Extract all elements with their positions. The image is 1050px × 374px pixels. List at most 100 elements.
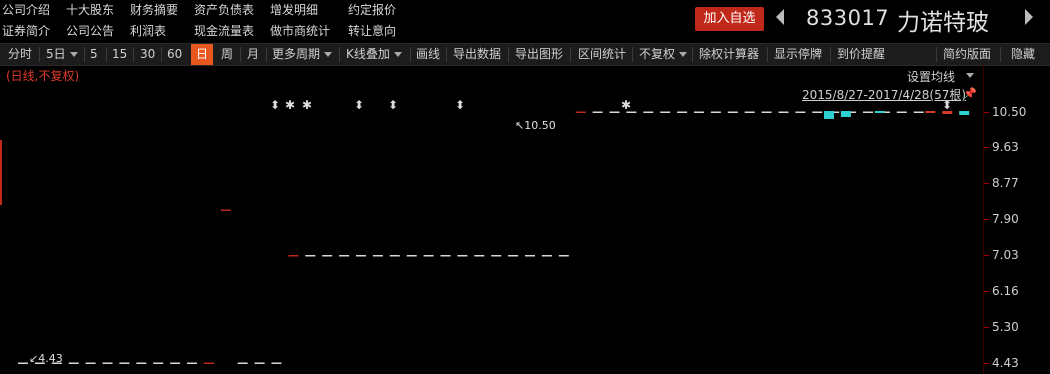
menu-balance-sheet[interactable]: 资产负债表 [194,1,254,18]
candle [68,362,79,364]
candle [727,111,738,113]
y-tick-label: 10.50 [992,105,1027,119]
menu-financial-summary[interactable]: 财务摘要 [130,1,178,18]
tab-30min[interactable]: 30 [140,44,155,65]
menu-company-intro[interactable]: 公司介绍 [2,1,50,18]
candle [170,362,181,364]
candle [474,254,485,257]
candle [288,254,299,257]
candle [959,111,970,115]
event-marker-icon[interactable]: ⬍ [354,98,364,112]
candle [643,111,654,113]
no-adjust-dropdown[interactable]: 不复权 [639,44,687,65]
menu-issuance-details[interactable]: 增发明细 [270,1,318,18]
y-tick-label: 5.30 [992,320,1019,334]
event-marker-icon[interactable]: ✱ [285,98,295,112]
candle [305,254,316,257]
candle [508,254,519,257]
candle [840,111,851,117]
candle [863,111,873,113]
kline-overlay-dropdown[interactable]: K线叠加 [346,44,402,65]
export-chart-button[interactable]: 导出图形 [515,44,563,65]
candle [372,254,383,257]
menu-top10-holders[interactable]: 十大股东 [66,1,114,18]
candle [220,209,231,212]
menu-income-statement[interactable]: 利润表 [130,22,166,39]
candle [389,254,400,257]
tab-intraday[interactable]: 分时 [8,44,32,65]
candle [575,111,586,113]
menu-company-announcements[interactable]: 公司公告 [66,22,114,39]
candle [423,254,434,257]
export-data-button[interactable]: 导出数据 [453,44,501,65]
menu-agreed-quote[interactable]: 约定报价 [348,1,396,18]
candle [440,254,451,257]
event-marker-icon[interactable]: ⬍ [942,98,952,112]
candle [237,362,248,364]
candle [136,362,147,364]
candle [694,111,704,113]
next-stock-arrow-icon[interactable] [1025,9,1033,25]
candle [339,254,350,257]
candle [356,254,366,257]
y-tick-label: 9.63 [992,140,1019,154]
candle [322,254,333,257]
tab-15min[interactable]: 15 [112,44,127,65]
candle [609,111,620,113]
ex-rights-calculator-button[interactable]: 除权计算器 [699,44,759,65]
candle [558,254,569,257]
candle [85,362,96,364]
y-tick-label: 7.03 [992,248,1019,262]
y-tick-label: 6.16 [992,284,1019,298]
candle [874,111,885,113]
candle [153,362,164,364]
tab-daily[interactable]: 日 [191,44,213,65]
candle [913,111,924,113]
candle [119,362,130,364]
event-marker-icon[interactable]: ⬍ [388,98,398,112]
menu-market-maker-stats[interactable]: 做市商统计 [270,22,330,39]
kline-chart[interactable] [0,65,981,374]
min-price-annotation: ↙4.43 [29,352,63,365]
candle [203,362,214,364]
candle [406,254,417,257]
candle [525,254,535,257]
more-periods-dropdown[interactable]: 更多周期 [272,44,332,65]
candle [187,362,197,364]
y-tick-label: 7.90 [992,212,1019,226]
show-suspension-button[interactable]: 显示停牌 [774,44,822,65]
candle [824,111,834,119]
draw-line-button[interactable]: 画线 [416,44,440,65]
event-marker-icon[interactable]: ✱ [621,98,631,112]
candle [778,111,789,113]
tab-5min[interactable]: 5 [90,44,98,65]
stock-name: 力诺特玻 [897,10,989,36]
tab-monthly[interactable]: 月 [247,44,259,65]
event-marker-icon[interactable]: ⬍ [270,98,280,112]
y-tick-label: 8.77 [992,176,1019,190]
max-price-annotation: ↖10.50 [515,119,556,132]
tab-5day[interactable]: 5日 [46,44,78,65]
candle [102,362,113,364]
tab-60min[interactable]: 60 [167,44,182,65]
menu-transfer-intent[interactable]: 转让意向 [348,22,396,39]
menu-cashflow-statement[interactable]: 现金流量表 [194,22,254,39]
chart-toolbar: 分时 5日 5 15 30 60 日 周 月 更多周期 K线叠加 画线 导出数据… [0,43,1050,66]
add-to-watchlist-button[interactable]: 加入自选 [695,7,764,31]
y-axis: 10.50 9.63 8.77 7.90 7.03 6.16 5.30 4.43 [983,65,1050,374]
company-info-menu: 公司介绍 十大股东 财务摘要 资产负债表 增发明细 约定报价 证券简介 公司公告… [0,0,690,42]
tab-weekly[interactable]: 周 [221,44,233,65]
candle [660,111,671,113]
candle [541,254,552,257]
prev-stock-arrow-icon[interactable] [776,9,784,25]
range-stats-button[interactable]: 区间统计 [578,44,626,65]
event-marker-icon[interactable]: ✱ [302,98,312,112]
candle [271,362,282,364]
hide-button[interactable]: 隐藏 [1011,44,1035,65]
y-tick-label: 4.43 [992,356,1019,370]
menu-security-brief[interactable]: 证券简介 [2,22,50,39]
candle [18,362,28,364]
event-marker-icon[interactable]: ⬍ [455,98,465,112]
price-alert-button[interactable]: 到价提醒 [837,44,885,65]
simple-layout-button[interactable]: 简约版面 [943,44,991,65]
